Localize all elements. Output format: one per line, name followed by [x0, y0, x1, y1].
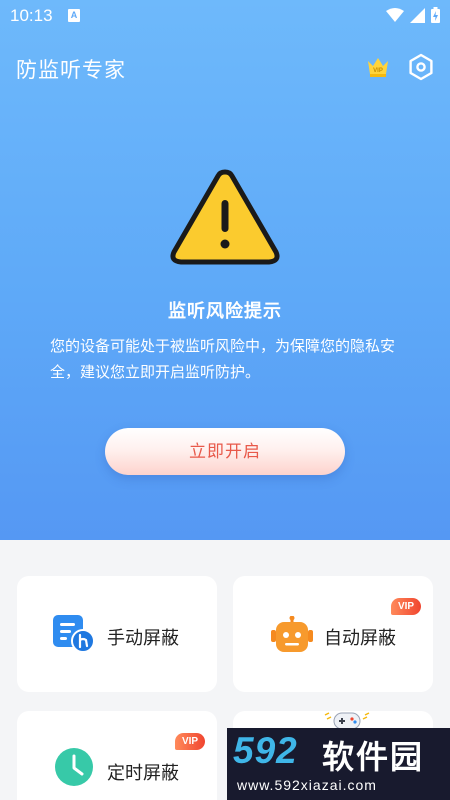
auto-block-label: 自动屏蔽 — [324, 628, 396, 648]
watermark-banner: 592 软件园 www.592xiazai.com — [227, 728, 450, 800]
risk-description: 您的设备可能处于被监听风险中，为保障您的隐私安全，建议您立即开启监听防护。 — [50, 338, 396, 381]
notification-icon: A — [68, 9, 80, 22]
robot-icon — [271, 616, 313, 652]
wifi-icon — [386, 7, 404, 22]
status-icons — [386, 7, 440, 23]
enable-protection-button[interactable]: 立即开启 — [105, 428, 345, 475]
app-title: 防监听专家 — [16, 59, 126, 82]
warning-icon — [170, 169, 280, 265]
status-time: 10:13 — [10, 6, 53, 25]
watermark-number: 592 — [233, 730, 298, 771]
timed-block-label: 定时屏蔽 — [107, 763, 179, 783]
timed-block-card[interactable]: VIP 定时屏蔽 — [17, 711, 217, 800]
auto-block-card[interactable]: VIP 自动屏蔽 — [233, 576, 433, 692]
battery-icon — [431, 7, 440, 23]
manual-block-label: 手动屏蔽 — [107, 628, 179, 648]
manual-block-icon — [53, 615, 95, 653]
vip-crown-icon[interactable]: VIP — [366, 55, 390, 79]
manual-block-card[interactable]: 手动屏蔽 — [17, 576, 217, 692]
auto-block-vip-badge: VIP — [391, 598, 421, 615]
settings-icon[interactable] — [407, 53, 435, 81]
risk-title: 监听风险提示 — [168, 301, 282, 321]
status-bar: 10:13 A — [0, 0, 450, 32]
clock-icon — [55, 748, 93, 786]
timed-block-vip-badge: VIP — [175, 733, 205, 750]
watermark-url: www.592xiazai.com — [237, 777, 377, 793]
watermark-brand: 软件园 — [322, 739, 425, 775]
vip-crown-label: VIP — [373, 68, 383, 74]
signal-icon — [410, 7, 425, 23]
